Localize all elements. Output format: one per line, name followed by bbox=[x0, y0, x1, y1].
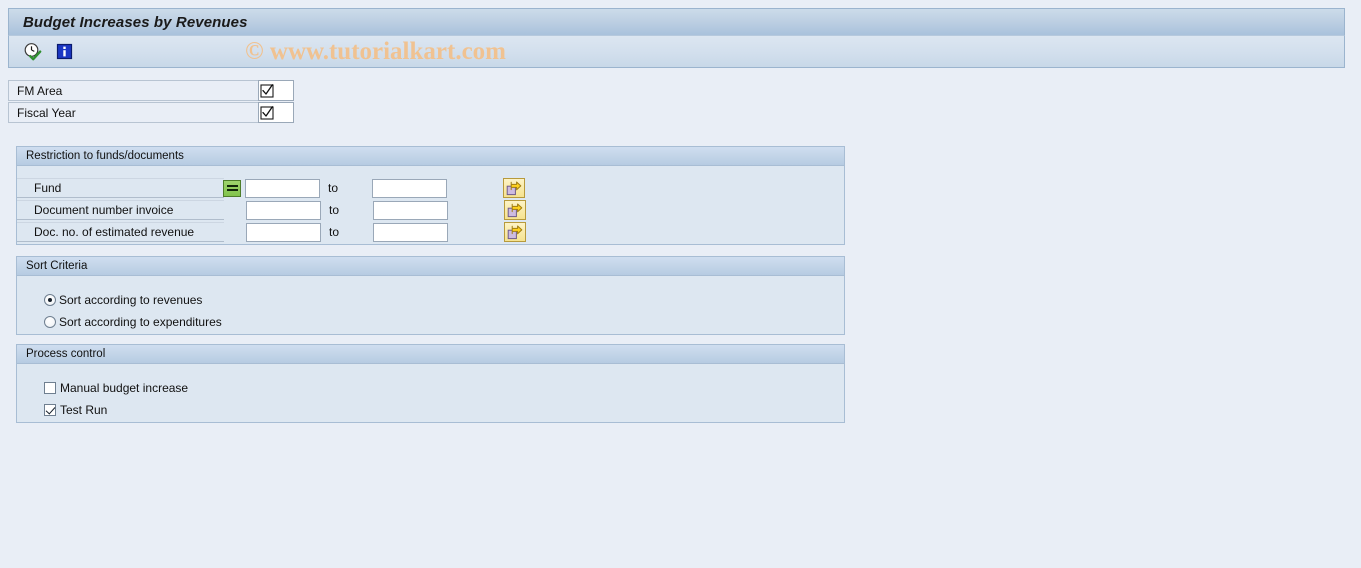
group-restriction-to-funds-documents: Restriction to funds/documents Fund to D… bbox=[16, 146, 845, 245]
group-process-control: Process control Manual budget increase T… bbox=[16, 344, 845, 423]
checkbox-test-run[interactable]: Test Run bbox=[44, 402, 107, 418]
execute-button[interactable] bbox=[21, 41, 43, 63]
checkbox-checked-icon[interactable] bbox=[44, 404, 56, 416]
group-body-restriction: Fund to Document number invoice to Doc. … bbox=[17, 166, 844, 244]
document-number-invoice-to-label: to bbox=[329, 203, 340, 217]
info-button[interactable] bbox=[53, 41, 75, 63]
checkbox-search-help-icon bbox=[260, 105, 274, 120]
group-body-sort-criteria: Sort according to revenues Sort accordin… bbox=[17, 276, 844, 334]
selection-row-fund: Fund to bbox=[17, 178, 525, 198]
clock-check-execute-icon bbox=[24, 43, 41, 61]
checkbox-label-manual-budget-increase: Manual budget increase bbox=[60, 381, 189, 395]
fund-to-input[interactable] bbox=[372, 178, 447, 198]
window-title-bar: Budget Increases by Revenues bbox=[8, 8, 1345, 35]
fund-label: Fund bbox=[17, 178, 224, 198]
radio-sort-according-to-revenues[interactable]: Sort according to revenues bbox=[44, 292, 202, 308]
fund-operator-button[interactable] bbox=[223, 179, 241, 197]
fund-to-label: to bbox=[328, 181, 339, 195]
group-title-process-control: Process control bbox=[17, 345, 844, 364]
application-toolbar bbox=[8, 35, 1345, 68]
fund-from-input[interactable] bbox=[245, 178, 320, 198]
checkbox-search-help-icon bbox=[260, 83, 274, 98]
doc-no-estimated-revenue-label: Doc. no. of estimated revenue bbox=[17, 222, 224, 242]
multiple-selection-arrow-icon bbox=[507, 203, 523, 217]
document-number-invoice-label: Document number invoice bbox=[17, 200, 224, 220]
fiscal-year-label: Fiscal Year bbox=[8, 102, 258, 123]
multiple-selection-arrow-icon bbox=[507, 225, 523, 239]
radio-label-expenditures: Sort according to expenditures bbox=[59, 315, 222, 329]
checkbox-unchecked-icon[interactable] bbox=[44, 382, 56, 394]
info-blue-icon bbox=[56, 43, 72, 60]
radio-label-revenues: Sort according to revenues bbox=[59, 293, 203, 307]
document-number-invoice-from-input[interactable] bbox=[246, 200, 321, 220]
sap-selection-screen: Budget Increases by Revenues © www.tutor… bbox=[0, 0, 1361, 568]
group-title-sort-criteria: Sort Criteria bbox=[17, 257, 844, 276]
fm-area-input[interactable] bbox=[258, 80, 294, 101]
checkbox-label-test-run: Test Run bbox=[60, 403, 108, 417]
radio-button-selected-icon[interactable] bbox=[44, 294, 56, 306]
doc-no-estimated-revenue-multiple-selection-button[interactable] bbox=[504, 222, 526, 242]
equals-green-icon bbox=[226, 183, 238, 193]
fund-multiple-selection-button[interactable] bbox=[503, 178, 525, 198]
field-row-fm-area: FM Area bbox=[8, 80, 294, 101]
page-title: Budget Increases by Revenues bbox=[23, 13, 248, 31]
multiple-selection-arrow-icon bbox=[506, 181, 522, 195]
selection-row-document-number-invoice: Document number invoice to bbox=[17, 200, 526, 220]
doc-no-estimated-revenue-to-input[interactable] bbox=[373, 222, 448, 242]
field-row-fiscal-year: Fiscal Year bbox=[8, 102, 294, 123]
fm-area-label: FM Area bbox=[8, 80, 258, 101]
checkbox-manual-budget-increase[interactable]: Manual budget increase bbox=[44, 380, 188, 396]
doc-no-estimated-revenue-from-input[interactable] bbox=[246, 222, 321, 242]
group-body-process-control: Manual budget increase Test Run bbox=[17, 364, 844, 422]
document-number-invoice-to-input[interactable] bbox=[373, 200, 448, 220]
radio-sort-according-to-expenditures[interactable]: Sort according to expenditures bbox=[44, 314, 222, 330]
group-title-restriction: Restriction to funds/documents bbox=[17, 147, 844, 166]
radio-button-unselected-icon[interactable] bbox=[44, 316, 56, 328]
fiscal-year-input[interactable] bbox=[258, 102, 294, 123]
doc-no-estimated-revenue-to-label: to bbox=[329, 225, 340, 239]
group-sort-criteria: Sort Criteria Sort according to revenues… bbox=[16, 256, 845, 335]
document-number-invoice-multiple-selection-button[interactable] bbox=[504, 200, 526, 220]
selection-row-doc-no-estimated-revenue: Doc. no. of estimated revenue to bbox=[17, 222, 526, 242]
